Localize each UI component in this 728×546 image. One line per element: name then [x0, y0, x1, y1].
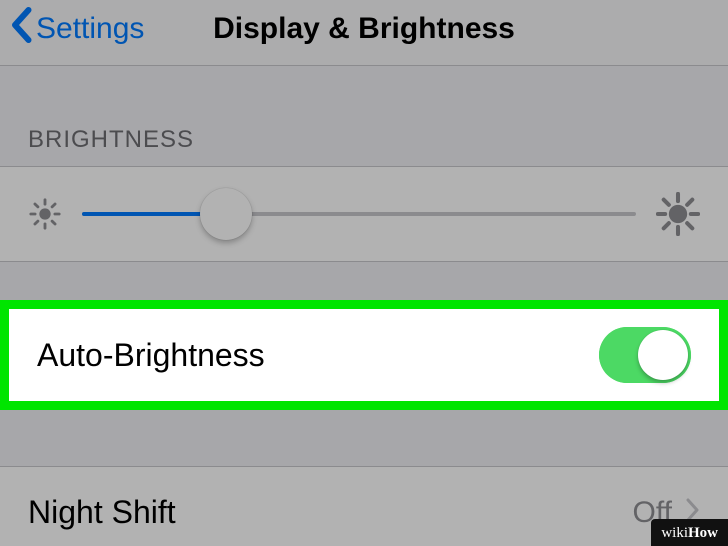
back-label: Settings: [36, 12, 144, 46]
brightness-low-icon: [28, 197, 62, 231]
brightness-slider-thumb[interactable]: [200, 188, 252, 240]
chevron-left-icon: [10, 7, 36, 51]
back-button[interactable]: Settings: [10, 7, 144, 51]
wikihow-watermark: wikiHow: [651, 519, 728, 546]
night-shift-label: Night Shift: [28, 494, 176, 531]
auto-brightness-highlight: Auto-Brightness: [0, 300, 728, 410]
brightness-section-header: BRIGHTNESS: [0, 66, 728, 166]
brightness-slider[interactable]: [82, 212, 636, 216]
navbar: Settings Display & Brightness: [0, 0, 728, 66]
brightness-high-icon: [656, 192, 700, 236]
auto-brightness-row: Auto-Brightness: [9, 309, 719, 401]
toggle-knob: [638, 330, 688, 380]
page-title: Display & Brightness: [213, 12, 515, 46]
night-shift-group: Night Shift Off: [0, 466, 728, 546]
night-shift-row[interactable]: Night Shift Off: [0, 467, 728, 546]
watermark-part2: How: [688, 525, 718, 541]
auto-brightness-label: Auto-Brightness: [37, 337, 265, 374]
watermark-part1: wiki: [661, 525, 688, 541]
brightness-slider-row: [0, 166, 728, 262]
auto-brightness-toggle[interactable]: [599, 327, 691, 383]
